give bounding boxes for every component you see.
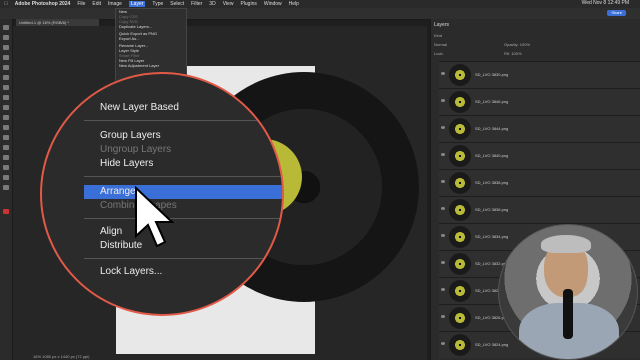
eye-icon[interactable] — [441, 315, 445, 318]
layer-name: SD_LVO 3840.png — [475, 153, 509, 158]
layer-thumbnail — [449, 253, 471, 275]
layer-row[interactable]: SD_LVO 3840.png — [439, 142, 640, 169]
document-tab[interactable]: Untitled-1 @ 16% (RGB/8) * — [16, 19, 99, 26]
menu-edit[interactable]: Edit — [92, 1, 101, 7]
zoom-hide-layers[interactable]: Hide Layers — [100, 158, 153, 169]
layer-row[interactable]: SD_LVO 3830.png — [439, 61, 640, 88]
eye-icon[interactable] — [441, 99, 445, 102]
layer-name: SD_LVO 3846.png — [475, 99, 509, 104]
layer-row[interactable]: SD_LVO 3836.png — [439, 196, 640, 223]
eye-icon[interactable] — [441, 288, 445, 291]
layer-thumbnail — [449, 118, 471, 140]
eye-icon[interactable] — [441, 180, 445, 183]
path-select-tool-icon[interactable] — [3, 155, 9, 160]
move-tool-icon[interactable] — [3, 25, 9, 30]
layer-thumbnail — [449, 91, 471, 113]
menu-window[interactable]: Window — [264, 1, 282, 7]
microphone — [563, 289, 573, 339]
zoom-group-layers[interactable]: Group Layers — [100, 130, 161, 141]
eye-icon[interactable] — [441, 207, 445, 210]
zoom-arrange[interactable]: Arrange — [100, 186, 136, 197]
mouse-cursor-icon — [135, 186, 175, 248]
clock: Wed Nov 8 12:49 PM — [581, 0, 629, 6]
lock-controls[interactable]: Lock: — [431, 51, 501, 57]
eye-icon[interactable] — [441, 261, 445, 264]
eraser-tool-icon[interactable] — [3, 115, 9, 120]
eye-icon[interactable] — [441, 126, 445, 129]
menu-select[interactable]: Select — [170, 1, 184, 7]
status-bar: 16% 1080 px x 1440 px (72 ppi) — [13, 354, 427, 360]
tools-panel — [0, 19, 13, 360]
crop-tool-icon[interactable] — [3, 65, 9, 70]
menu-type[interactable]: Type — [152, 1, 163, 7]
foreground-color-swatch[interactable] — [3, 209, 9, 214]
blend-mode-select[interactable]: Normal — [431, 42, 501, 48]
layer-row[interactable]: SD_LVO 3846.png — [439, 88, 640, 115]
layer-name: SD_LVO 3830.png — [475, 72, 509, 77]
layer-name: SD_LVO 3834.png — [475, 234, 509, 239]
eye-icon[interactable] — [441, 342, 445, 345]
zoom-lock-layers[interactable]: Lock Layers... — [100, 266, 162, 277]
zoom-align[interactable]: Align — [100, 226, 122, 237]
brush-tool-icon[interactable] — [3, 95, 9, 100]
share-button[interactable]: Share — [607, 10, 626, 16]
presenter-hair — [541, 235, 591, 253]
eye-icon[interactable] — [441, 234, 445, 237]
menu-view[interactable]: View — [223, 1, 234, 7]
layer-thumbnail — [449, 334, 471, 356]
type-tool-icon[interactable] — [3, 145, 9, 150]
zoom-new-layer-based[interactable]: New Layer Based — [100, 102, 179, 113]
shape-tool-icon[interactable] — [3, 165, 9, 170]
layer-thumbnail — [449, 145, 471, 167]
eye-icon[interactable] — [441, 72, 445, 75]
stamp-tool-icon[interactable] — [3, 105, 9, 110]
apple-icon[interactable]:  — [4, 1, 8, 7]
healing-tool-icon[interactable] — [3, 85, 9, 90]
layer-name: SD_LVO 3838.png — [475, 180, 509, 185]
eyedropper-tool-icon[interactable] — [3, 75, 9, 80]
menu-bar:  Adobe Photoshop 2024 File Edit Image L… — [0, 0, 640, 8]
layer-thumbnail — [449, 280, 471, 302]
layer-name: SD_LVO 3824.png — [475, 342, 509, 347]
eye-icon[interactable] — [441, 153, 445, 156]
menu-separator — [84, 176, 282, 177]
menu-help[interactable]: Help — [289, 1, 299, 7]
layer-thumbnail — [449, 172, 471, 194]
layer-thumbnail — [449, 307, 471, 329]
layer-row[interactable]: SD_LVO 3844.png — [439, 115, 640, 142]
app-name[interactable]: Adobe Photoshop 2024 — [15, 1, 71, 7]
select-tool-icon[interactable] — [3, 55, 9, 60]
menu-item[interactable]: New Adjustment Layer — [116, 63, 186, 68]
filter-kind[interactable]: Kind — [431, 33, 640, 39]
opacity-field[interactable]: Opacity: 100% — [501, 42, 581, 48]
layer-row[interactable]: SD_LVO 3838.png — [439, 169, 640, 196]
menu-filter[interactable]: Filter — [191, 1, 202, 7]
marquee-tool-icon[interactable] — [3, 35, 9, 40]
layer-name: SD_LVO 3836.png — [475, 207, 509, 212]
menu-separator — [84, 120, 282, 121]
layer-thumbnail — [449, 226, 471, 248]
layers-tab[interactable]: Layers — [431, 22, 494, 29]
menu-layer[interactable]: Layer — [128, 1, 146, 7]
menu-separator — [84, 218, 282, 219]
menu-3d[interactable]: 3D — [209, 1, 215, 7]
presenter-webcam — [498, 224, 638, 360]
fill-field[interactable]: Fill: 100% — [501, 51, 581, 57]
menu-image[interactable]: Image — [108, 1, 122, 7]
layer-thumbnail — [449, 64, 471, 86]
menu-separator — [84, 258, 282, 259]
zoom-ungroup-layers: Ungroup Layers — [100, 144, 172, 155]
menu-plugins[interactable]: Plugins — [240, 1, 256, 7]
gradient-tool-icon[interactable] — [3, 125, 9, 130]
pen-tool-icon[interactable] — [3, 135, 9, 140]
hand-tool-icon[interactable] — [3, 175, 9, 180]
lasso-tool-icon[interactable] — [3, 45, 9, 50]
layer-name: SD_LVO 3844.png — [475, 126, 509, 131]
layer-thumbnail — [449, 199, 471, 221]
zoom-tool-icon[interactable] — [3, 185, 9, 190]
menu-file[interactable]: File — [77, 1, 85, 7]
